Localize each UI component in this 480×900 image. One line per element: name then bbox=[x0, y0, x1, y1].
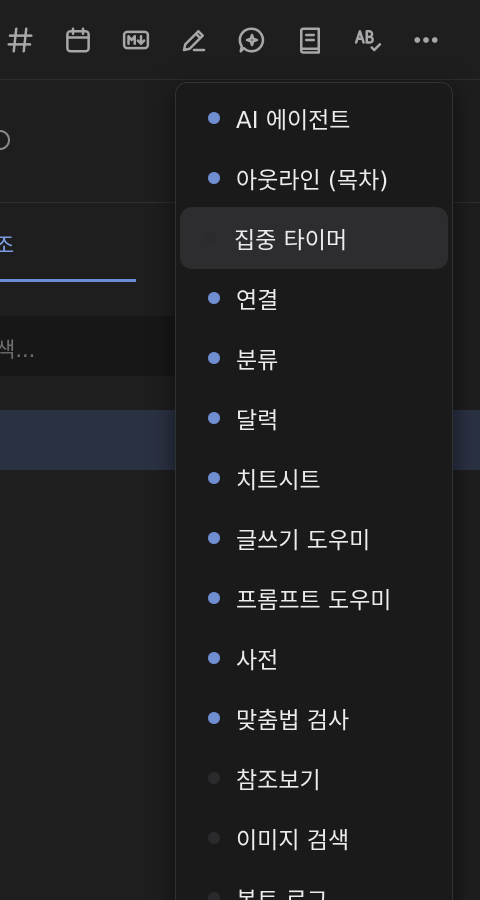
tab-underline bbox=[0, 279, 136, 282]
enabled-dot-icon bbox=[208, 412, 220, 424]
menu-item-label: 연결 bbox=[236, 288, 279, 314]
enabled-dot-icon bbox=[208, 712, 220, 724]
disabled-dot-icon bbox=[208, 892, 220, 900]
spellcheck-icon[interactable] bbox=[350, 22, 386, 58]
enabled-dot-icon bbox=[208, 292, 220, 304]
enabled-dot-icon bbox=[208, 472, 220, 484]
tab-label[interactable]: 조 bbox=[0, 228, 14, 260]
menu-item-label: AI 에이전트 bbox=[236, 108, 351, 134]
menu-item-label: 봇트 로그 bbox=[236, 881, 328, 900]
enabled-dot-icon bbox=[208, 172, 220, 184]
menu-item[interactable]: 집중 타이머 bbox=[180, 207, 448, 269]
menu-item[interactable]: 치트시트 bbox=[180, 449, 448, 507]
enabled-dot-icon bbox=[208, 352, 220, 364]
menu-item[interactable]: 사전 bbox=[180, 629, 448, 687]
chat-assistant-icon[interactable] bbox=[234, 22, 270, 58]
menu-item[interactable]: 맞춤법 검사 bbox=[180, 689, 448, 747]
menu-item-label: 아웃라인 (목차) bbox=[236, 168, 389, 194]
more-icon[interactable] bbox=[408, 22, 444, 58]
menu-item-label: 분류 bbox=[236, 348, 279, 374]
menu-item-label: 집중 타이머 bbox=[234, 228, 348, 254]
menu-item[interactable]: 글쓰기 도우미 bbox=[180, 509, 448, 567]
menu-item-label: 프롬프트 도우미 bbox=[236, 588, 392, 614]
menu-item-label: 치트시트 bbox=[236, 468, 321, 494]
menu-item[interactable]: 아웃라인 (목차) bbox=[180, 149, 448, 207]
menu-item-label: 사전 bbox=[236, 648, 279, 674]
menu-item-label: 이미지 검색 bbox=[236, 828, 350, 854]
menu-item[interactable]: 이미지 검색 bbox=[180, 809, 448, 867]
app-window: 조 색... AI 에이전트아웃라인 (목차) 집중 타이머연결분류달력치트시트글… bbox=[0, 0, 480, 900]
markdown-icon[interactable] bbox=[118, 22, 154, 58]
info-icon[interactable] bbox=[0, 130, 10, 150]
notebook-icon[interactable] bbox=[292, 22, 328, 58]
disabled-dot-icon bbox=[208, 832, 220, 844]
menu-item[interactable]: 분류 bbox=[180, 329, 448, 387]
enabled-dot-icon bbox=[208, 592, 220, 604]
menu-item-label: 글쓰기 도우미 bbox=[236, 528, 371, 554]
disabled-dot-icon bbox=[204, 232, 216, 244]
calendar-icon[interactable] bbox=[60, 22, 96, 58]
enabled-dot-icon bbox=[208, 532, 220, 544]
menu-item[interactable]: AI 에이전트 bbox=[180, 89, 448, 147]
enabled-dot-icon bbox=[208, 112, 220, 124]
menu-item[interactable]: 달력 bbox=[180, 389, 448, 447]
menu-item[interactable]: 봇트 로그 bbox=[180, 869, 448, 900]
menu-item-label: 참조보기 bbox=[236, 768, 321, 794]
enabled-dot-icon bbox=[208, 652, 220, 664]
plugin-menu: AI 에이전트아웃라인 (목차) 집중 타이머연결분류달력치트시트글쓰기 도우미프… bbox=[175, 82, 453, 900]
hashtag-icon[interactable] bbox=[2, 22, 38, 58]
search-placeholder: 색... bbox=[0, 338, 36, 362]
menu-item[interactable]: 참조보기 bbox=[180, 749, 448, 807]
menu-item-label: 맞춤법 검사 bbox=[236, 708, 350, 734]
disabled-dot-icon bbox=[208, 772, 220, 784]
menu-item-label: 달력 bbox=[236, 408, 279, 434]
pen-icon[interactable] bbox=[176, 22, 212, 58]
toolbar bbox=[0, 0, 480, 80]
menu-item[interactable]: 프롬프트 도우미 bbox=[180, 569, 448, 627]
menu-item[interactable]: 연결 bbox=[180, 269, 448, 327]
